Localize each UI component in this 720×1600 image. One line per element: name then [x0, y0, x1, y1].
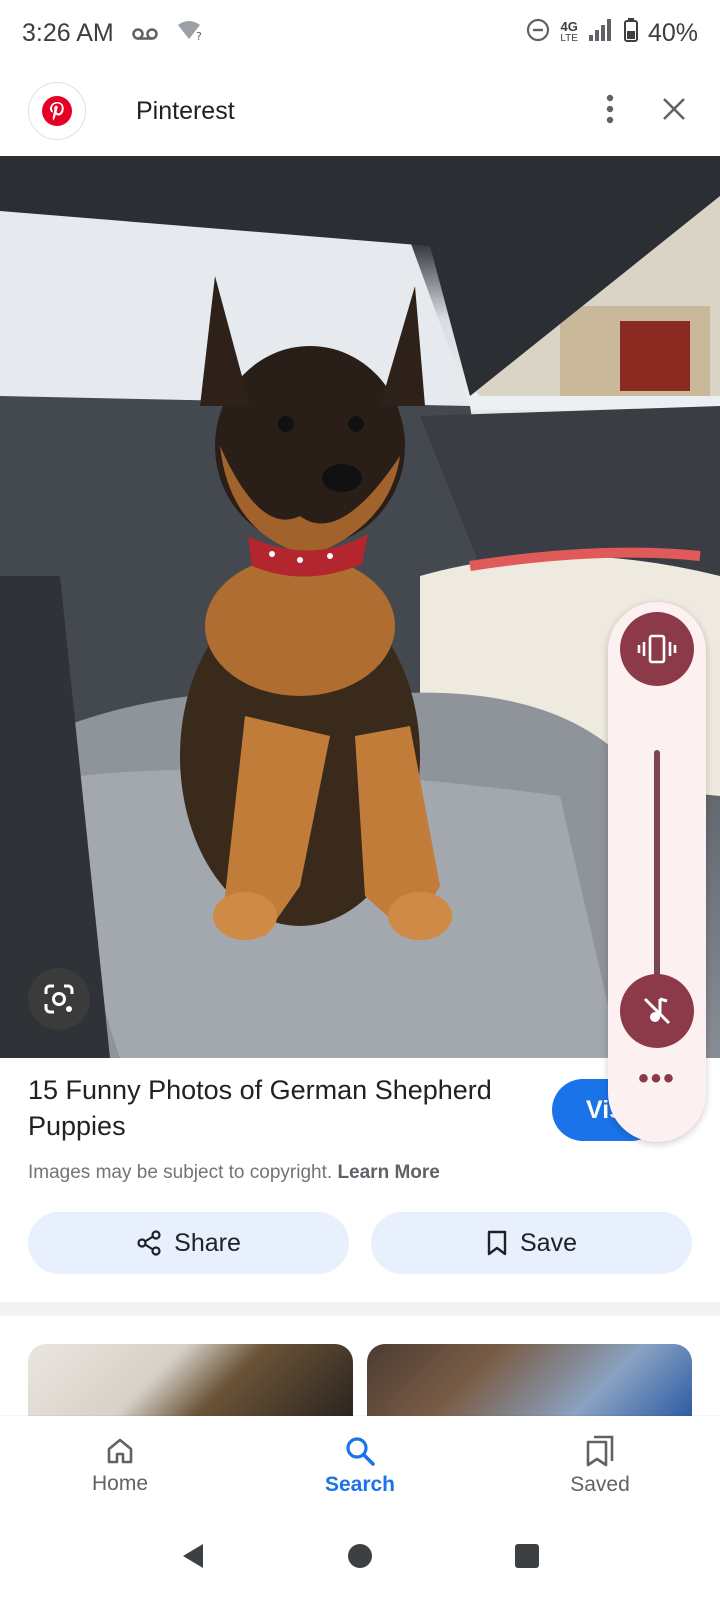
lens-icon	[44, 984, 74, 1014]
nav-home[interactable]: Home	[0, 1416, 240, 1516]
share-icon	[137, 1230, 161, 1256]
svg-text:?: ?	[196, 30, 202, 41]
battery-percent: 40%	[647, 18, 698, 47]
voicemail-icon	[131, 19, 158, 48]
nav-search[interactable]: Search	[240, 1416, 480, 1516]
result-info: 15 Funny Photos of German Shepherd Puppi…	[28, 1072, 548, 1184]
recents-icon[interactable]	[513, 1542, 541, 1575]
home-icon	[107, 1438, 133, 1464]
ringer-vibrate-button[interactable]	[620, 612, 694, 686]
search-icon	[346, 1437, 375, 1466]
dnd-icon	[526, 18, 550, 49]
related-image[interactable]	[367, 1344, 692, 1416]
pinterest-logo-icon	[28, 82, 86, 140]
lens-search-button[interactable]	[28, 968, 90, 1030]
network-type: 4G LTE	[560, 19, 578, 44]
related-image[interactable]	[28, 1344, 353, 1416]
media-mute-button[interactable]	[620, 974, 694, 1048]
music-off-icon	[643, 997, 671, 1025]
back-icon[interactable]	[179, 1541, 207, 1576]
section-divider	[0, 1302, 720, 1316]
battery-icon	[623, 17, 638, 49]
action-row: Share Save	[28, 1212, 692, 1274]
share-button[interactable]: Share	[28, 1212, 349, 1274]
more-options-icon[interactable]	[606, 94, 614, 129]
related-images	[28, 1344, 692, 1416]
volume-panel: •••	[608, 602, 706, 1142]
home-button-icon[interactable]	[346, 1542, 374, 1575]
wifi-unknown-icon: ?	[176, 19, 204, 48]
save-button[interactable]: Save	[371, 1212, 692, 1274]
result-title[interactable]: 15 Funny Photos of German Shepherd Puppi…	[28, 1072, 548, 1144]
close-icon[interactable]	[662, 97, 686, 126]
saved-icon	[586, 1435, 614, 1467]
volume-slider[interactable]	[654, 750, 660, 990]
vibrate-icon	[637, 634, 677, 664]
bookmark-icon	[487, 1230, 507, 1256]
bottom-navigation: Home Search Saved	[0, 1416, 720, 1516]
volume-more-button[interactable]: •••	[608, 1062, 706, 1096]
result-header: Pinterest	[0, 66, 720, 156]
signal-icon	[588, 18, 614, 49]
site-name: Pinterest	[136, 96, 235, 125]
copyright-notice: Images may be subject to copyright. Lear…	[28, 1162, 440, 1183]
system-navigation	[0, 1516, 720, 1600]
clock: 3:26 AM	[22, 18, 114, 47]
learn-more-link[interactable]: Learn More	[337, 1162, 439, 1183]
nav-saved[interactable]: Saved	[480, 1416, 720, 1516]
status-bar: 3:26 AM ? 4G LTE 40%	[0, 0, 720, 66]
